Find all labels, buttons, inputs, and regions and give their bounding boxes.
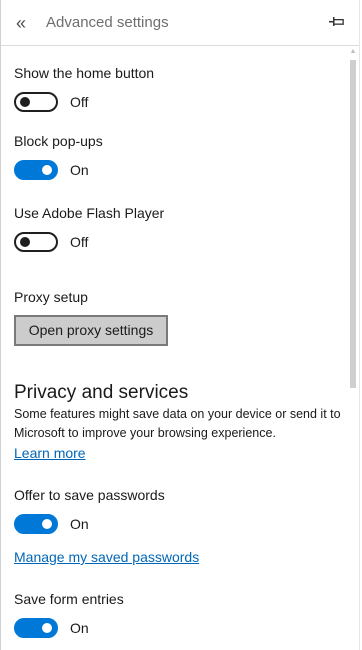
privacy-section-description: Some features might save data on your de… [14,407,341,440]
toggle-knob [42,519,52,529]
home-button-setting-label: Show the home button [14,65,155,81]
form-entries-setting-label: Save form entries [14,591,124,607]
flash-player-toggle-state: Off [70,234,89,250]
open-proxy-settings-button[interactable]: Open proxy settings [14,315,168,346]
form-entries-toggle[interactable] [14,618,58,638]
toggle-knob [42,623,52,633]
form-entries-toggle-state: On [70,620,89,636]
toggle-knob [42,165,52,175]
flash-player-toggle[interactable] [14,232,58,252]
offer-passwords-toggle-state: On [70,516,89,532]
pin-icon[interactable] [329,16,345,28]
offer-passwords-toggle[interactable] [14,514,58,534]
toggle-knob [20,237,30,247]
proxy-setup-label: Proxy setup [14,289,88,305]
offer-passwords-setting-label: Offer to save passwords [14,487,165,503]
toggle-knob [20,97,30,107]
vertical-scrollbar[interactable]: ▲ [349,48,357,650]
home-button-toggle[interactable] [14,92,58,112]
block-popups-toggle-state: On [70,162,89,178]
scroll-up-arrow-icon[interactable]: ▲ [349,48,357,56]
scrollbar-thumb[interactable] [350,60,356,388]
block-popups-setting-label: Block pop-ups [14,133,103,149]
block-popups-toggle[interactable] [14,160,58,180]
learn-more-link[interactable]: Learn more [14,444,86,462]
panel-header: « Advanced settings [1,0,359,46]
manage-passwords-link[interactable]: Manage my saved passwords [14,548,199,566]
privacy-section-heading: Privacy and services [14,382,189,403]
panel-title: Advanced settings [46,14,169,31]
advanced-settings-panel: « Advanced settings Show the home button… [0,0,360,650]
home-button-toggle-state: Off [70,94,89,110]
flash-player-setting-label: Use Adobe Flash Player [14,205,165,221]
double-chevron-left-icon[interactable]: « [16,12,26,34]
